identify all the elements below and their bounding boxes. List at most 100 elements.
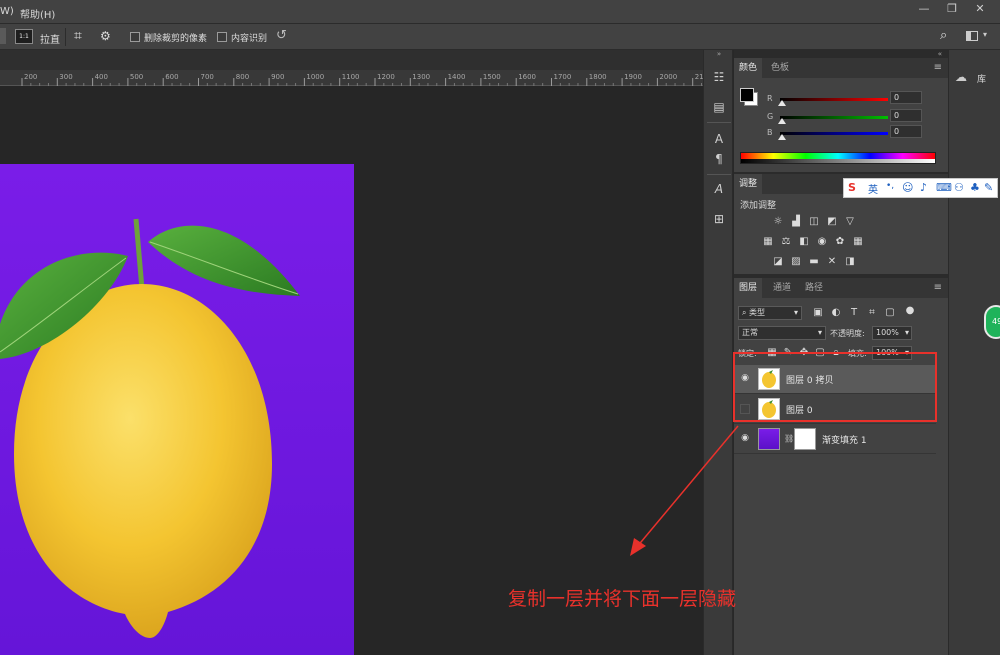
paragraph-icon[interactable]: ¶ [710, 150, 728, 168]
content-aware-checkbox[interactable] [217, 32, 227, 42]
workspace-icon[interactable] [966, 31, 978, 41]
green-value-field[interactable]: 0 [890, 109, 922, 122]
keyboard-icon[interactable]: ⌨ [936, 181, 952, 194]
blue-slider[interactable] [780, 132, 888, 135]
green-slider[interactable] [780, 116, 888, 119]
threshold-icon[interactable]: ▬ [808, 256, 820, 268]
tab-color[interactable]: 颜色 [734, 58, 763, 78]
panel-menu-icon[interactable]: ≡ [934, 62, 942, 73]
menu-item-help[interactable]: 帮助(H) [20, 6, 55, 21]
library-label[interactable]: 库 [977, 72, 986, 85]
color-spectrum[interactable] [740, 152, 936, 164]
opacity-field[interactable]: 100% ▾ [872, 326, 912, 340]
ruler-tick-label: 1700 [554, 73, 572, 81]
ime-toolbar[interactable]: S 英 •, ☺ ♪ ⌨ ⚇ ♣ ✎ [843, 178, 998, 198]
filter-shape-icon[interactable]: ⌗ [866, 307, 878, 319]
tab-layers[interactable]: 图层 [734, 278, 763, 298]
divider [707, 174, 731, 175]
tool-presets-icon[interactable]: ⊞ [710, 210, 728, 228]
menu-item-window[interactable]: W) [0, 6, 14, 17]
levels-icon[interactable]: ▟ [790, 216, 802, 228]
cloud-library-icon[interactable]: ☁ [955, 70, 967, 84]
layer-row-gradient-fill[interactable]: ◉ ⛓ 渐变填充 1 [734, 425, 936, 454]
selective-color-icon[interactable]: ✕ [826, 256, 838, 268]
filter-adjustment-icon[interactable]: ◐ [830, 307, 842, 319]
floating-badge[interactable]: 49 [984, 305, 1000, 339]
color-balance-icon[interactable]: ⚖ [780, 236, 792, 248]
chevron-down-icon[interactable]: ▾ [983, 30, 987, 39]
gear-icon[interactable]: ⚙ [100, 29, 111, 43]
tab-channels[interactable]: 通道 [768, 278, 796, 298]
panel-tool-column: » ☷ ▤ A ¶ A ⊞ [703, 50, 733, 655]
tab-adjustments[interactable]: 调整 [734, 174, 763, 194]
invert-icon[interactable]: ◪ [772, 256, 784, 268]
color-lookup-icon[interactable]: ▦ [852, 236, 864, 248]
red-slider-thumb[interactable] [778, 100, 786, 106]
character-icon[interactable]: A [710, 130, 728, 148]
microphone-icon[interactable]: ♪ [920, 181, 927, 194]
red-slider[interactable] [780, 98, 888, 101]
filter-type-icon[interactable]: T [848, 307, 860, 319]
tool-preset-edge[interactable] [0, 28, 6, 44]
layer-name[interactable]: 渐变填充 1 [822, 433, 867, 446]
annotation-arrow [630, 425, 739, 556]
glyphs-icon[interactable]: A [710, 180, 728, 198]
ruler-tick-label: 1600 [518, 73, 536, 81]
vibrance-icon[interactable]: ▽ [844, 216, 856, 228]
straighten-label[interactable]: 拉直 [40, 31, 60, 46]
blue-value-field[interactable]: 0 [890, 125, 922, 138]
skin-icon[interactable]: ♣ [970, 181, 980, 194]
reset-icon[interactable]: ↺ [276, 28, 287, 43]
restore-icon[interactable]: ❐ [938, 0, 966, 20]
ruler-tick-label: 400 [95, 73, 108, 81]
history-icon[interactable]: ☷ [710, 68, 728, 86]
users-icon[interactable]: ⚇ [954, 181, 964, 194]
ruler-tick-label: 1100 [342, 73, 360, 81]
delete-cropped-checkbox[interactable] [130, 32, 140, 42]
grid-overlay-icon[interactable]: ⌗ [74, 28, 82, 44]
properties-icon[interactable]: ▤ [710, 98, 728, 116]
minimize-icon[interactable]: — [910, 0, 938, 20]
emoji-icon[interactable]: ☺ [902, 181, 913, 194]
search-icon[interactable]: ⌕ [940, 28, 947, 43]
add-adjustment-label: 添加调整 [740, 201, 777, 211]
photo-filter-icon[interactable]: ◉ [816, 236, 828, 248]
wrench-icon[interactable]: ✎ [984, 181, 993, 194]
posterize-icon[interactable]: ▨ [790, 256, 802, 268]
tab-paths[interactable]: 路径 [800, 278, 828, 298]
red-label: R [767, 94, 773, 103]
black-white-icon[interactable]: ◧ [798, 236, 810, 248]
chevron-down-icon: ▾ [817, 328, 822, 337]
ruler-tick-label: 500 [130, 73, 143, 81]
canvas-area[interactable] [0, 86, 703, 655]
layer-filter-select[interactable]: ⌕ 类型 ▾ [738, 306, 802, 320]
brightness-contrast-icon[interactable]: ☼ [772, 216, 784, 228]
straighten-icon[interactable]: 1:1 [15, 29, 33, 44]
link-icon[interactable]: ⛓ [784, 434, 794, 443]
close-icon[interactable]: ✕ [966, 0, 994, 20]
horizontal-ruler[interactable]: 200 300 400 500 600 700 800 900 1000 1100 1200 1300… [0, 70, 703, 86]
blend-mode-select[interactable]: 正常 ▾ [738, 326, 826, 340]
green-slider-row: G 0 [734, 109, 948, 126]
collapse-arrows-icon[interactable]: « [734, 50, 948, 58]
red-value-field[interactable]: 0 [890, 91, 922, 104]
ruler-tick-label: 1300 [412, 73, 430, 81]
filter-smart-object-icon[interactable]: ▢ [884, 307, 896, 319]
ime-lang-toggle[interactable]: 英 [868, 181, 878, 196]
filter-toggle-icon[interactable]: ● [904, 305, 916, 317]
hue-saturation-icon[interactable]: ▦ [762, 236, 774, 248]
collapse-arrows-icon[interactable]: » [704, 50, 734, 58]
tab-swatches[interactable]: 色板 [766, 58, 794, 78]
chevron-down-icon: ▾ [904, 328, 909, 337]
punctuation-icon[interactable]: •, [886, 181, 894, 191]
green-slider-thumb[interactable] [778, 118, 786, 124]
panel-menu-icon[interactable]: ≡ [934, 282, 942, 293]
curves-icon[interactable]: ◫ [808, 216, 820, 228]
channel-mixer-icon[interactable]: ✿ [834, 236, 846, 248]
gradient-map-icon[interactable]: ◨ [844, 256, 856, 268]
document-canvas[interactable] [0, 164, 354, 655]
filter-pixel-icon[interactable]: ▣ [812, 307, 824, 319]
layer-mask-thumbnail[interactable] [794, 428, 816, 450]
blue-slider-thumb[interactable] [778, 134, 786, 140]
exposure-icon[interactable]: ◩ [826, 216, 838, 228]
